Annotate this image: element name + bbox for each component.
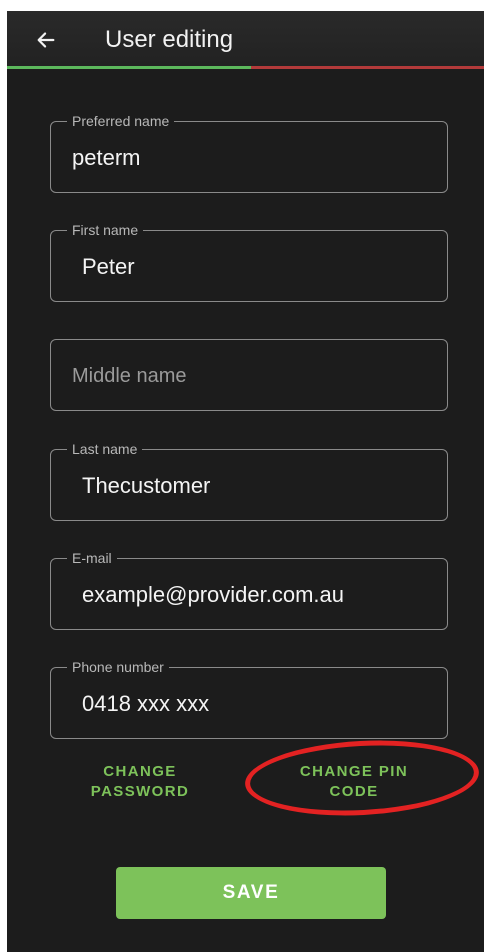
- page-title: User editing: [105, 26, 234, 53]
- change-password-line-1: CHANGE: [103, 763, 177, 780]
- change-pin-line-1: CHANGE PIN: [299, 763, 409, 780]
- preferred-name-label: Preferred name: [67, 112, 175, 130]
- phone-number-value: 0418 xxx xxx: [82, 691, 210, 716]
- accent-line-red: [251, 66, 484, 69]
- first-name-value: Peter: [82, 254, 135, 279]
- phone-screen: User editing Preferred name peterm First…: [7, 11, 484, 952]
- change-pin-line-2: CODE: [329, 783, 379, 800]
- email-label: E-mail: [67, 549, 117, 567]
- middle-name-field[interactable]: Middle name: [50, 339, 448, 411]
- email-field[interactable]: E-mail example@provider.com.au: [50, 549, 448, 630]
- preferred-name-field[interactable]: Preferred name peterm: [50, 112, 448, 193]
- first-name-field[interactable]: First name Peter: [50, 221, 448, 302]
- last-name-label: Last name: [67, 440, 143, 458]
- change-pin-button[interactable]: CHANGE PIN CODE: [289, 762, 419, 802]
- email-value: example@provider.com.au: [82, 582, 345, 607]
- change-password-line-2: PASSWORD: [90, 783, 190, 800]
- back-button[interactable]: [29, 23, 63, 57]
- preferred-name-value: peterm: [72, 145, 141, 170]
- first-name-label: First name: [67, 221, 144, 239]
- last-name-value: Thecustomer: [82, 473, 211, 498]
- arrow-left-icon: [37, 32, 55, 48]
- phone-number-field[interactable]: Phone number 0418 xxx xxx: [50, 658, 448, 739]
- save-button[interactable]: SAVE: [116, 867, 386, 919]
- accent-line-green: [7, 66, 251, 69]
- middle-name-placeholder: Middle name: [72, 365, 187, 387]
- last-name-field[interactable]: Last name Thecustomer: [50, 440, 448, 521]
- change-password-button[interactable]: CHANGE PASSWORD: [83, 762, 197, 802]
- app-bar: User editing: [7, 11, 484, 66]
- phone-number-label: Phone number: [67, 658, 169, 676]
